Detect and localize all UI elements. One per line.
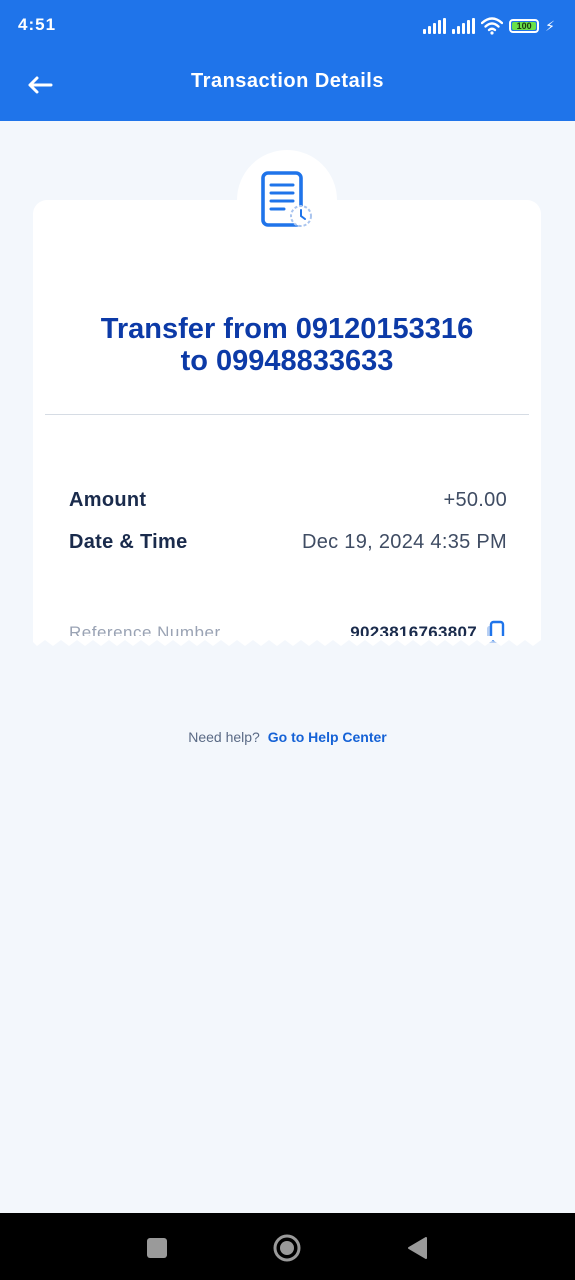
battery-level: 100 <box>516 21 532 31</box>
home-button[interactable] <box>272 1233 302 1263</box>
help-center-link[interactable]: Go to Help Center <box>268 729 387 745</box>
recents-icon <box>147 1238 167 1258</box>
datetime-label: Date & Time <box>69 530 188 553</box>
page-title: Transaction Details <box>191 70 384 92</box>
wifi-icon <box>481 17 504 35</box>
title-line-1: Transfer from 09120153316 <box>100 313 474 345</box>
title-line-2: to 09948833633 <box>180 345 394 377</box>
amount-row: Amount +50.00 <box>69 487 507 513</box>
status-time: 4:51 <box>18 15 57 34</box>
help-section: Need help? Go to Help Center <box>0 729 575 745</box>
status-bar: 4:51 100 ⚡ <box>0 0 575 50</box>
help-question: Need help? <box>188 729 260 745</box>
transaction-title: Transfer from 09120153316 to 09948833633 <box>33 313 541 377</box>
back-nav-button[interactable] <box>402 1233 432 1263</box>
back-icon <box>408 1237 427 1259</box>
amount-label: Amount <box>69 488 147 511</box>
receipt-edge <box>33 636 541 646</box>
amount-value: +50.00 <box>443 488 507 511</box>
receipt-icon <box>261 171 312 227</box>
datetime-row: Date & Time Dec 19, 2024 4:35 PM <box>69 529 507 555</box>
card-body: Transfer from 09120153316 to 09948833633… <box>33 200 541 643</box>
battery-icon: 100 <box>509 19 540 33</box>
recents-button[interactable] <box>142 1233 172 1263</box>
signal-icon <box>452 18 476 34</box>
divider <box>45 414 529 415</box>
app-bar: Transaction Details <box>0 50 575 121</box>
system-nav-bar <box>0 1213 575 1280</box>
status-icons: 100 ⚡ <box>423 15 555 37</box>
signal-icon <box>423 18 447 34</box>
home-icon <box>273 1234 301 1262</box>
charging-icon: ⚡ <box>545 17 555 34</box>
datetime-value: Dec 19, 2024 4:35 PM <box>301 530 507 553</box>
